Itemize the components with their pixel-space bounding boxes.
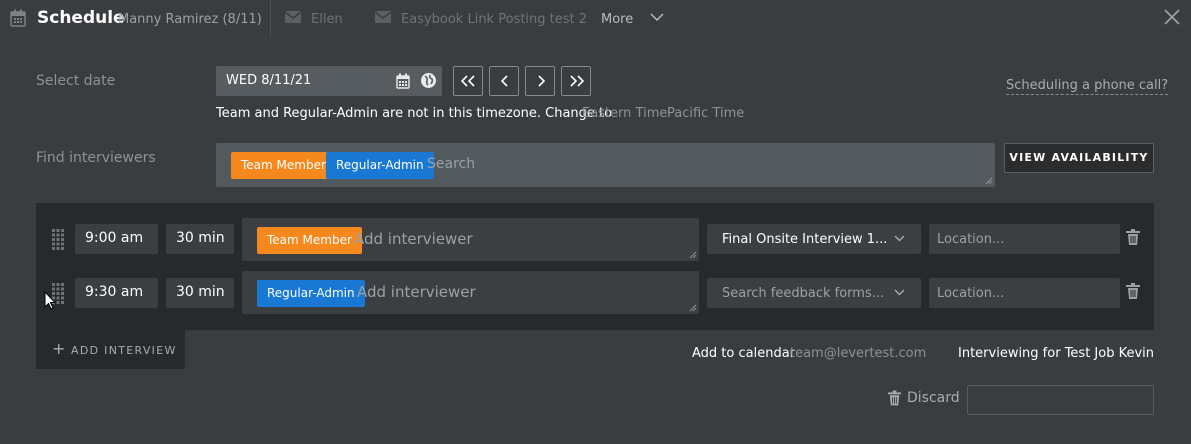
- feedback-form-value: Final Onsite Interview 1...: [722, 232, 888, 247]
- mail-icon: [375, 11, 391, 23]
- resize-handle-icon[interactable]: [985, 177, 993, 185]
- drag-handle-icon[interactable]: [51, 228, 65, 250]
- tab-easybook-link[interactable]: Easybook Link Posting test 2: [401, 12, 587, 27]
- plus-icon: +: [52, 339, 66, 358]
- modal-title: Schedule: [37, 8, 125, 28]
- timezone-message: Team and Regular-Admin are not in this t…: [216, 106, 613, 121]
- add-interviewer-placeholder: Add interviewer: [357, 283, 476, 301]
- team-member-chip[interactable]: Team Member: [257, 227, 362, 254]
- duration-input[interactable]: 30 min: [166, 224, 234, 254]
- prev-week-button[interactable]: [453, 66, 483, 96]
- add-interviewer-field[interactable]: Team Member Add interviewer: [242, 218, 699, 261]
- chevron-down-icon[interactable]: [650, 12, 664, 22]
- globe-icon[interactable]: [420, 72, 437, 89]
- next-week-button[interactable]: [561, 66, 591, 96]
- trash-icon: [888, 390, 901, 406]
- search-input[interactable]: Search: [427, 156, 475, 172]
- modal-header: Schedule Manny Ramirez (8/11) Ellen Easy…: [0, 0, 1191, 40]
- feedback-form-select[interactable]: Final Onsite Interview 1...: [707, 224, 921, 254]
- add-interviewer-placeholder: Add interviewer: [354, 230, 473, 248]
- trash-icon[interactable]: [1126, 229, 1140, 245]
- team-member-chip[interactable]: Team Member: [231, 152, 336, 179]
- add-interview-label: ADD INTERVIEW: [71, 344, 177, 357]
- date-value: WED 8/11/21: [226, 73, 312, 88]
- location-placeholder: Location...: [937, 232, 1005, 247]
- more-menu[interactable]: More: [601, 12, 633, 27]
- duration-input[interactable]: 30 min: [166, 278, 234, 308]
- feedback-form-placeholder: Search feedback forms...: [722, 286, 885, 301]
- regular-admin-chip[interactable]: Regular-Admin: [257, 280, 365, 307]
- prev-day-button[interactable]: [489, 66, 519, 96]
- calendar-email[interactable]: team@levertest.com: [790, 346, 926, 361]
- time-input[interactable]: 9:30 am: [75, 278, 158, 308]
- discard-label: Discard: [907, 390, 960, 406]
- interviewer-search-box[interactable]: Team Member Regular-Admin Search: [216, 143, 995, 187]
- tab-ellen[interactable]: Ellen: [311, 12, 343, 27]
- double-chevron-left-icon: [460, 75, 475, 87]
- mouse-cursor-icon: [44, 291, 56, 310]
- candidate-name: Manny Ramirez (8/11): [118, 12, 262, 27]
- time-value: 9:00 am: [85, 230, 144, 246]
- header-divider: [270, 0, 271, 38]
- close-icon[interactable]: [1163, 8, 1181, 26]
- schedule-submit-button[interactable]: [967, 385, 1154, 415]
- duration-value: 30 min: [176, 284, 225, 300]
- chevron-down-icon: [894, 235, 905, 242]
- pacific-time-link[interactable]: Pacific Time: [667, 106, 744, 121]
- add-interviewer-field[interactable]: Regular-Admin Add interviewer: [242, 271, 699, 314]
- resize-handle-icon[interactable]: [689, 251, 697, 259]
- next-day-button[interactable]: [525, 66, 555, 96]
- view-availability-button[interactable]: VIEW AVAILABILITY: [1004, 143, 1154, 173]
- location-input[interactable]: Location...: [929, 278, 1120, 308]
- calendar-icon: [10, 9, 26, 27]
- chevron-left-icon: [500, 75, 508, 87]
- chevron-right-icon: [538, 75, 546, 87]
- calendar-icon[interactable]: [396, 73, 410, 89]
- mail-icon: [285, 11, 301, 23]
- duration-value: 30 min: [176, 230, 225, 246]
- eastern-time-link[interactable]: Eastern Time: [582, 106, 667, 121]
- regular-admin-chip[interactable]: Regular-Admin: [326, 152, 434, 179]
- double-chevron-right-icon: [570, 75, 585, 87]
- find-interviewers-label: Find interviewers: [36, 150, 156, 166]
- interviewing-for-label: Interviewing for Test Job Kevin: [958, 346, 1155, 361]
- location-placeholder: Location...: [937, 286, 1005, 301]
- resize-handle-icon[interactable]: [689, 304, 697, 312]
- time-input[interactable]: 9:00 am: [75, 224, 158, 254]
- phone-call-link[interactable]: Scheduling a phone call?: [1006, 78, 1169, 95]
- trash-icon[interactable]: [1126, 283, 1140, 299]
- location-input[interactable]: Location...: [929, 224, 1120, 254]
- feedback-form-select[interactable]: Search feedback forms...: [707, 278, 921, 308]
- select-date-label: Select date: [36, 73, 116, 89]
- date-picker-field[interactable]: WED 8/11/21: [216, 66, 442, 96]
- chevron-down-icon: [894, 289, 905, 296]
- add-to-calendar-label: Add to calendar: [692, 346, 796, 361]
- time-value: 9:30 am: [85, 284, 144, 300]
- add-interview-button[interactable]: + ADD INTERVIEW: [36, 330, 185, 369]
